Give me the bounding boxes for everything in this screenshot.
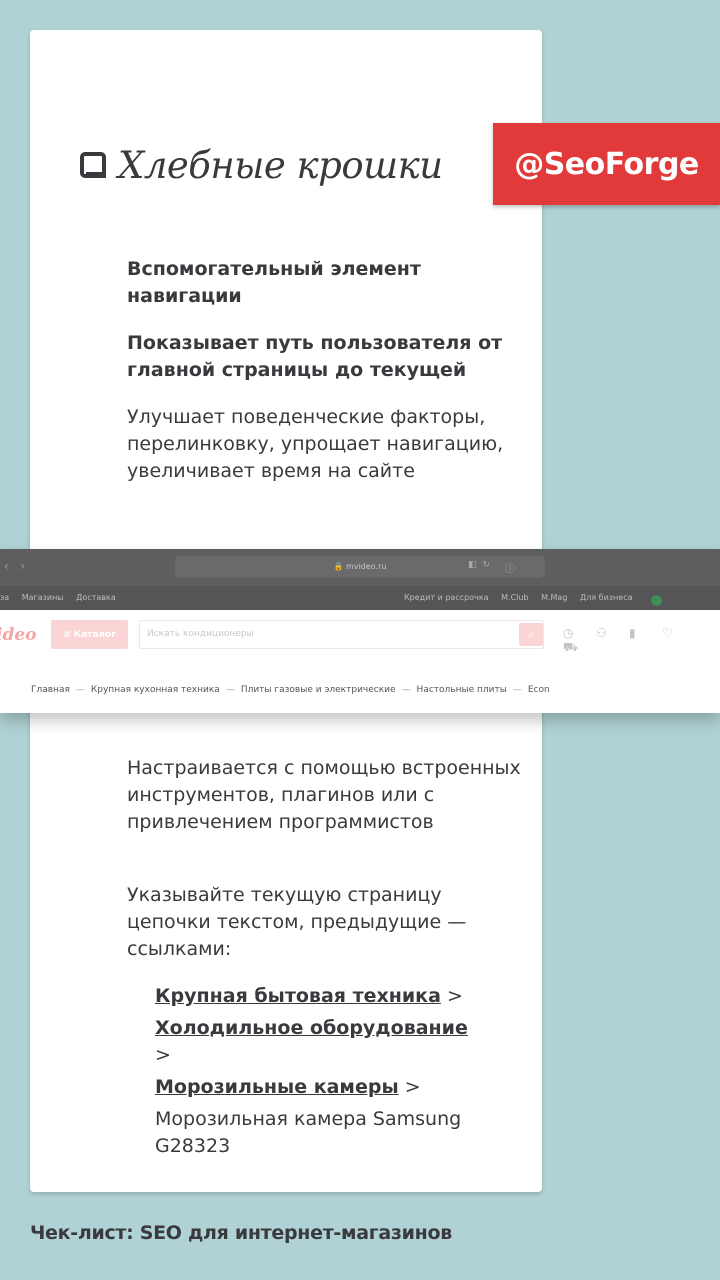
bookmarks-bar: за Магазины Доставка Кредит и рассрочка … xyxy=(0,586,720,610)
breadcrumb-example: Крупная бытовая техника > Холодильное об… xyxy=(155,983,485,1165)
point-1: Вспомогательный элемент навигации xyxy=(127,258,421,307)
breadcrumb: Главная — Крупная кухонная техника — Плиты г… xyxy=(31,685,550,695)
catalog-button: ≡ Каталог xyxy=(51,620,128,649)
bookmark: Для бизнеса xyxy=(579,593,633,602)
favorites-icon: ♡ xyxy=(662,626,673,640)
bookmark: M.Mag xyxy=(541,593,568,602)
reload-icon: ◧↻ xyxy=(468,560,497,570)
crumb: Плиты газовые и электрические xyxy=(240,685,396,695)
browser-titlebar: ‹ › 🔒 mvideo.ru ◧↻ ⓘ xyxy=(0,549,720,586)
site-header: ideo ≡ Каталог Искать кондиционеры ⌕ ◷ ⚇ ▮… xyxy=(0,610,720,713)
compare-icon: ▮ xyxy=(629,626,636,640)
cart-icon: ⛟ xyxy=(563,640,579,654)
example-separator: > xyxy=(404,1076,421,1098)
bookmark: Доставка xyxy=(76,593,116,602)
whatsapp-icon xyxy=(651,595,662,606)
browser-screenshot: ‹ › 🔒 mvideo.ru ◧↻ ⓘ за Магазины Доставк… xyxy=(0,549,720,713)
bookmark: M.Club xyxy=(501,593,529,602)
header-icons: ◷ ⚇ ▮ ♡ ⛟ xyxy=(563,626,720,656)
crumb: Econ xyxy=(527,685,550,695)
footer-caption: Чек-лист: SEO для интернет-магазинов xyxy=(30,1222,452,1244)
url-text: mvideo.ru xyxy=(346,562,387,571)
brand-badge: @SeoForge xyxy=(493,123,720,205)
crumb: Крупная кухонная техника xyxy=(90,685,220,695)
page-title: Хлебные крошки xyxy=(118,143,443,187)
crumb-separator: — xyxy=(401,685,411,695)
profile-icon: ⚇ xyxy=(596,626,607,640)
example-link-3[interactable]: Морозильные камеры xyxy=(155,1076,399,1098)
search-icon: ⌕ xyxy=(519,623,543,646)
search-input: Искать кондиционеры xyxy=(139,620,544,649)
back-icon: ‹ › xyxy=(4,559,26,573)
crumb-separator: — xyxy=(75,685,85,695)
checkbox-icon xyxy=(80,152,106,178)
crumb: Настольные плиты xyxy=(416,685,507,695)
crumb: Главная xyxy=(31,685,70,695)
bookmark: за xyxy=(0,593,10,602)
crumb-separator: — xyxy=(512,685,522,695)
point-2: Показывает путь пользователя от главной … xyxy=(127,332,503,381)
crumb-separator: — xyxy=(225,685,235,695)
point-4: Настраивается с помощью встроенных инстр… xyxy=(127,757,521,833)
example-current-page: Морозильная камера Samsung G28323 xyxy=(155,1108,462,1157)
bookmark: Кредит и рассрочка xyxy=(404,593,489,602)
info-icon: ⓘ xyxy=(505,564,515,575)
bookmark: Магазины xyxy=(21,593,64,602)
example-link-1[interactable]: Крупная бытовая техника xyxy=(155,985,441,1007)
point-3: Улучшает поведенческие факторы, перелинк… xyxy=(127,406,504,482)
point-5: Указывайте текущую страницу цепочки текс… xyxy=(127,884,467,960)
example-separator: > xyxy=(446,985,463,1007)
site-logo: ideo xyxy=(0,625,37,645)
example-link-2[interactable]: Холодильное оборудование xyxy=(155,1017,468,1039)
example-separator: > xyxy=(155,1044,171,1066)
status-icon: ◷ xyxy=(563,626,574,640)
title-row: Хлебные крошки xyxy=(80,140,443,190)
